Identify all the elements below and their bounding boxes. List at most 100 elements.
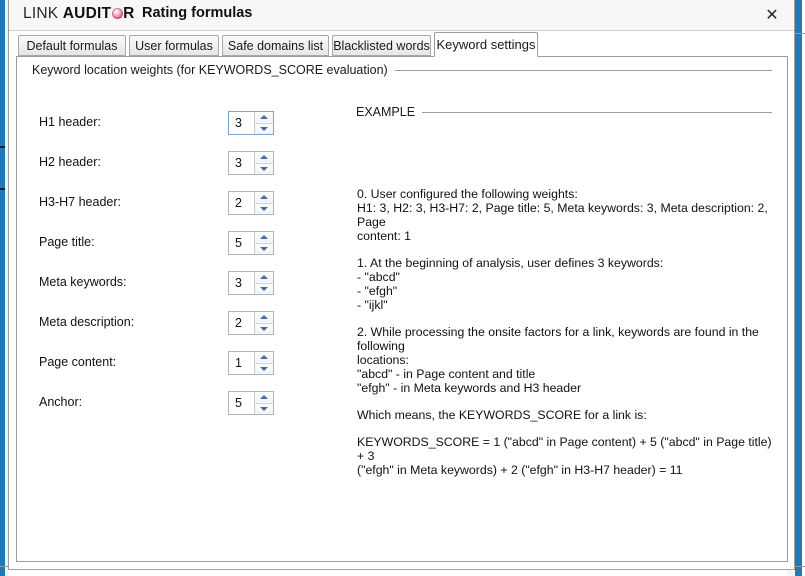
tab-keyword-settings[interactable]: Keyword settings — [434, 32, 538, 57]
weight-label-meta-description: Meta description: — [39, 315, 135, 329]
weight-label-page-content: Page content: — [39, 355, 117, 369]
example-paragraph: 0. User configured the following weights… — [357, 187, 777, 243]
stepper-decrement-button[interactable] — [255, 402, 273, 414]
weight-value-meta-keywords[interactable]: 3 — [229, 272, 254, 294]
stepper-decrement-button[interactable] — [255, 122, 273, 134]
tab-label: Blacklisted words — [333, 38, 430, 53]
tab-safe-domains-list[interactable]: Safe domains list — [222, 35, 329, 56]
tab-label: User formulas — [135, 38, 213, 53]
stepper-increment-button[interactable] — [255, 192, 273, 203]
stepper-buttons — [254, 352, 273, 374]
title-bar: LINK AUDIT R Rating formulas ✕ — [9, 0, 794, 31]
background-window-tick — [0, 188, 5, 190]
weight-row-h1-header: H1 header: 3 — [17, 111, 287, 137]
example-line: ("efgh" in Meta keywords) + 2 ("efgh" in… — [357, 463, 683, 477]
example-group-rule — [422, 112, 772, 113]
stepper-decrement-button[interactable] — [255, 322, 273, 334]
app-logo: LINK AUDIT R — [23, 5, 135, 23]
weight-value-page-content[interactable]: 1 — [229, 352, 254, 374]
tab-default-formulas[interactable]: Default formulas — [18, 35, 126, 56]
example-line: 2. While processing the onsite factors f… — [357, 325, 759, 353]
stepper-buttons — [254, 312, 273, 334]
tab-label: Keyword settings — [436, 37, 536, 52]
stepper-increment-button[interactable] — [255, 232, 273, 243]
weight-stepper-h2-header[interactable]: 3 — [228, 151, 274, 175]
background-window-divider — [795, 566, 805, 567]
stepper-increment-button[interactable] — [255, 312, 273, 323]
weight-row-page-content: Page content: 1 — [17, 351, 287, 377]
circle-logo-icon — [111, 8, 123, 19]
stepper-decrement-button[interactable] — [255, 202, 273, 214]
background-window-accent-right — [795, 0, 802, 576]
logo-text-link: LINK — [23, 5, 59, 22]
stepper-decrement-button[interactable] — [255, 282, 273, 294]
logo-text-auditor: AUDIT — [62, 5, 112, 22]
weight-row-page-title: Page title: 5 — [17, 231, 287, 257]
example-line: KEYWORDS_SCORE = 1 ("abcd" in Page conte… — [357, 435, 772, 463]
stepper-increment-button[interactable] — [255, 392, 273, 403]
tab-content-panel: Keyword location weights (for KEYWORDS_S… — [16, 56, 788, 562]
close-button[interactable]: ✕ — [750, 0, 794, 30]
weight-label-anchor: Anchor: — [39, 395, 83, 409]
chevron-down-icon — [260, 326, 268, 331]
background-window-divider — [795, 33, 805, 34]
example-line: 1. At the beginning of analysis, user de… — [357, 256, 664, 270]
tab-user-formulas[interactable]: User formulas — [129, 35, 219, 56]
weight-stepper-meta-description[interactable]: 2 — [228, 311, 274, 335]
stepper-buttons — [254, 272, 273, 294]
chevron-up-icon — [260, 355, 268, 360]
weight-label-meta-keywords: Meta keywords: — [39, 275, 127, 289]
screen: LINK AUDIT R Rating formulas ✕ Default fo… — [0, 0, 805, 576]
stepper-decrement-button[interactable] — [255, 362, 273, 374]
example-line: locations: — [357, 353, 409, 367]
weights-group-rule — [394, 70, 772, 71]
weight-stepper-meta-keywords[interactable]: 3 — [228, 271, 274, 295]
weights-group-legend: Keyword location weights (for KEYWORDS_S… — [32, 63, 393, 77]
weight-row-anchor: Anchor: 5 — [17, 391, 287, 417]
background-window-divider — [0, 566, 8, 567]
rating-formulas-dialog: LINK AUDIT R Rating formulas ✕ Default fo… — [8, 0, 795, 570]
example-paragraph: Which means, the KEYWORDS_SCORE for a li… — [357, 408, 777, 422]
weight-stepper-page-content[interactable]: 1 — [228, 351, 274, 375]
stepper-decrement-button[interactable] — [255, 242, 273, 254]
tab-blacklisted-words[interactable]: Blacklisted words — [332, 35, 431, 56]
tab-label: Safe domains list — [227, 38, 324, 53]
stepper-increment-button[interactable] — [255, 352, 273, 363]
weight-value-anchor[interactable]: 5 — [229, 392, 254, 414]
close-icon: ✕ — [765, 5, 779, 24]
weight-value-h1-header[interactable]: 3 — [229, 112, 254, 134]
weight-value-h3-h7-header[interactable]: 2 — [229, 192, 254, 214]
chevron-down-icon — [260, 286, 268, 291]
tab-label: Default formulas — [26, 38, 118, 53]
weight-stepper-h3-h7-header[interactable]: 2 — [228, 191, 274, 215]
background-window-tick — [0, 146, 5, 148]
example-line: 0. User configured the following weights… — [357, 187, 578, 201]
chevron-up-icon — [260, 155, 268, 160]
chevron-down-icon — [260, 246, 268, 251]
weight-row-h2-header: H2 header: 3 — [17, 151, 287, 177]
chevron-down-icon — [260, 366, 268, 371]
stepper-decrement-button[interactable] — [255, 162, 273, 174]
weight-stepper-anchor[interactable]: 5 — [228, 391, 274, 415]
example-paragraph: 1. At the beginning of analysis, user de… — [357, 256, 777, 312]
weight-value-page-title[interactable]: 5 — [229, 232, 254, 254]
weight-stepper-h1-header[interactable]: 3 — [228, 111, 274, 135]
stepper-buttons — [254, 152, 273, 174]
weight-stepper-page-title[interactable]: 5 — [228, 231, 274, 255]
weight-value-h2-header[interactable]: 3 — [229, 152, 254, 174]
stepper-increment-button[interactable] — [255, 152, 273, 163]
stepper-increment-button[interactable] — [255, 272, 273, 283]
weight-label-h3-h7-header: H3-H7 header: — [39, 195, 121, 209]
stepper-buttons — [254, 192, 273, 214]
chevron-up-icon — [260, 315, 268, 320]
chevron-down-icon — [260, 126, 268, 131]
logo-text-r: R — [123, 5, 135, 22]
background-window-accent-left — [0, 0, 5, 576]
example-line: "efgh" - in Meta keywords and H3 header — [357, 381, 582, 395]
chevron-down-icon — [260, 206, 268, 211]
weight-label-h2-header: H2 header: — [39, 155, 101, 169]
example-line: - "efgh" — [357, 284, 398, 298]
example-line: - "ijkl" — [357, 298, 388, 312]
weight-value-meta-description[interactable]: 2 — [229, 312, 254, 334]
stepper-increment-button[interactable] — [255, 112, 273, 123]
